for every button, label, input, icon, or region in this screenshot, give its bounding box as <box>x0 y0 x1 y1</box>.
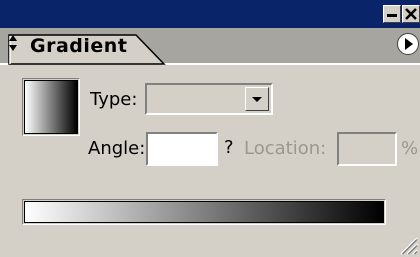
angle-label: Angle: <box>88 138 146 159</box>
angle-input[interactable] <box>146 132 218 166</box>
gradient-ramp[interactable] <box>24 201 384 223</box>
resize-grip-icon[interactable] <box>396 233 418 255</box>
type-select[interactable] <box>145 83 273 115</box>
minimize-icon[interactable] <box>383 5 401 23</box>
title-bar[interactable] <box>0 0 420 28</box>
tab-label: Gradient <box>30 35 128 57</box>
location-input <box>337 132 397 166</box>
panel-menu-icon[interactable] <box>397 33 419 55</box>
chevron-down-icon[interactable] <box>245 87 269 111</box>
location-label: Location: <box>244 138 327 159</box>
type-label: Type: <box>90 89 138 110</box>
reverse-gradient-label: ? <box>224 137 234 158</box>
percent-label: % <box>401 138 419 159</box>
close-icon[interactable] <box>402 5 420 23</box>
up-down-arrows-icon[interactable] <box>8 34 18 52</box>
tab-strip-divider <box>162 63 420 65</box>
gradient-swatch[interactable] <box>24 80 78 134</box>
